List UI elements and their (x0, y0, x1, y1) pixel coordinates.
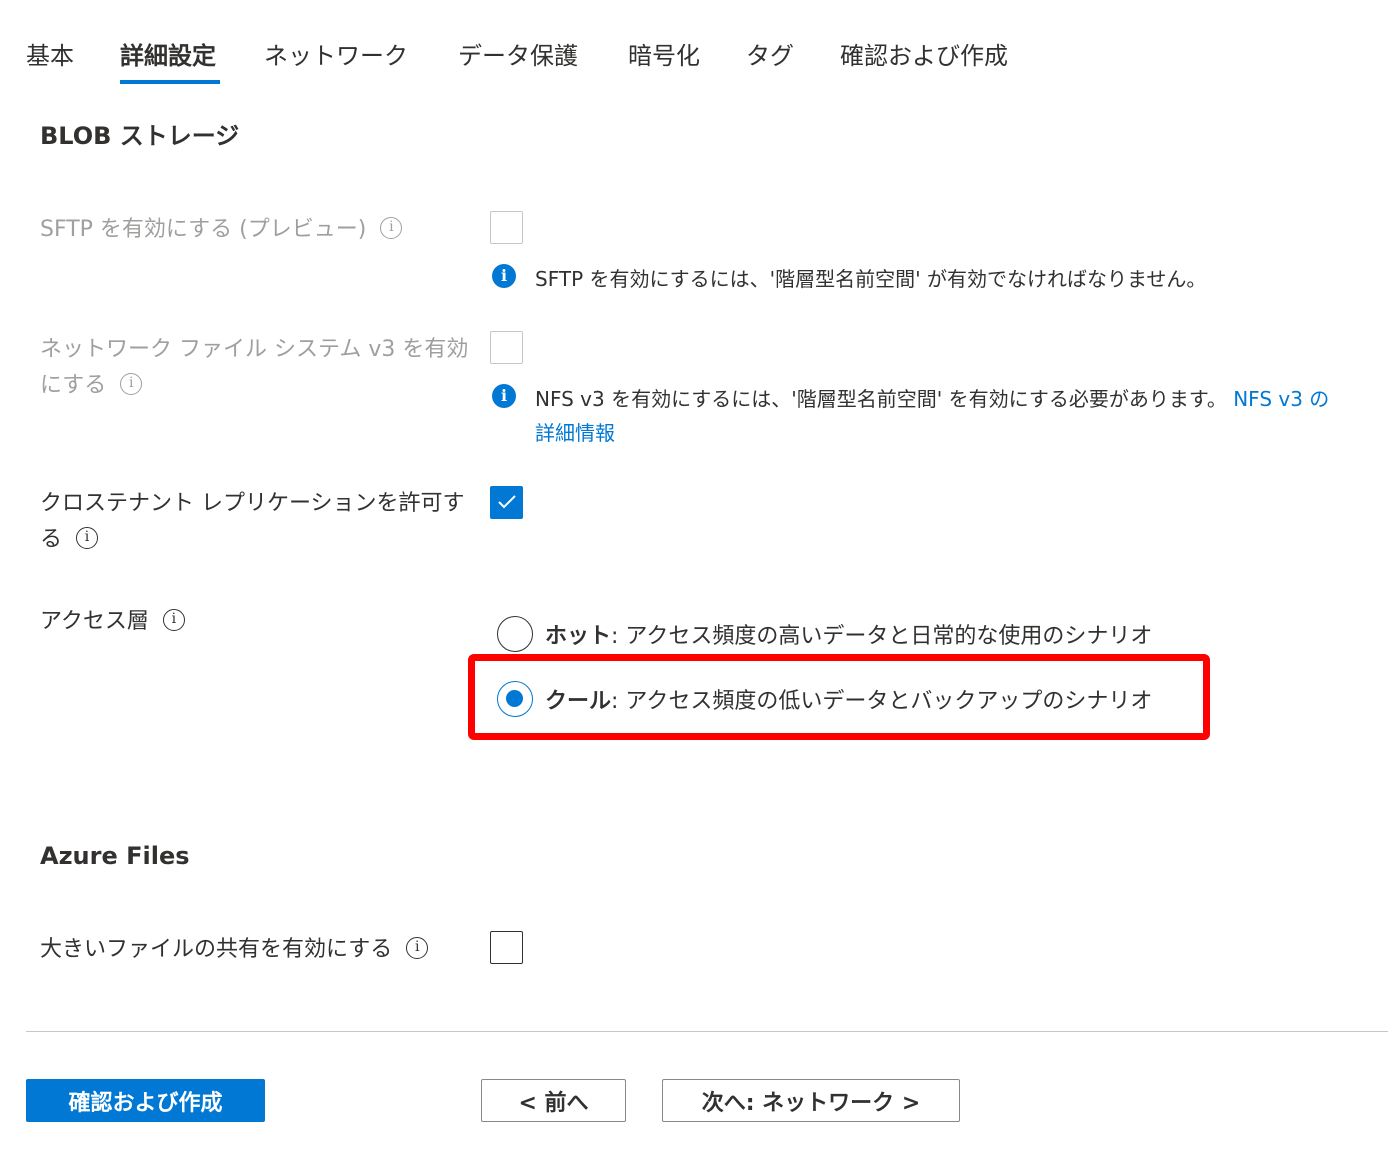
tab-basics[interactable]: 基本 (26, 36, 74, 71)
tier-cool-desc: : アクセス頻度の低いデータとバックアップのシナリオ (611, 689, 1153, 714)
nfs-note: NFS v3 を有効にするには、'階層型名前空間' を有効にする必要があります。… (535, 382, 1335, 450)
tab-encryption[interactable]: 暗号化 (628, 36, 700, 71)
info-icon[interactable]: i (380, 217, 403, 239)
info-icon[interactable]: i (406, 937, 429, 959)
info-icon[interactable]: i (120, 373, 143, 395)
tab-advanced[interactable]: 詳細設定 (120, 36, 216, 71)
info-icon[interactable]: i (76, 527, 99, 549)
blob-section-title: BLOB ストレージ (40, 122, 240, 150)
tier-cool-option[interactable]: クール : アクセス頻度の低いデータとバックアップのシナリオ (497, 681, 1152, 717)
nfs-label-text: ネットワーク ファイル システム v3 を有効にする (40, 337, 469, 398)
nfs-checkbox (490, 331, 523, 364)
nfs-note-text: NFS v3 を有効にするには、'階層型名前空間' を有効にする必要があります。 (535, 387, 1227, 411)
cross-tenant-checkbox[interactable] (490, 486, 523, 519)
tier-cool-radio[interactable] (497, 681, 533, 717)
large-share-checkbox[interactable] (490, 931, 523, 964)
access-tier-label-text: アクセス層 (40, 609, 149, 634)
active-tab-indicator (120, 80, 220, 84)
previous-button[interactable]: < 前へ (481, 1079, 626, 1122)
nfs-label: ネットワーク ファイル システム v3 を有効にする i (40, 332, 480, 404)
cross-tenant-label: クロステナント レプリケーションを許可する i (40, 486, 480, 558)
footer-divider (26, 1031, 1388, 1032)
sftp-label-text: SFTP を有効にする (プレビュー) (40, 217, 367, 242)
tier-hot-name: ホット (545, 624, 612, 649)
sftp-note: SFTP を有効にするには、'階層型名前空間' が有効でなければなりません。 (535, 267, 1207, 291)
large-share-label: 大きいファイルの共有を有効にする i (40, 932, 429, 968)
large-share-label-text: 大きいファイルの共有を有効にする (40, 937, 393, 962)
files-section-title: Azure Files (40, 842, 190, 870)
sftp-checkbox (490, 211, 523, 244)
access-tier-label: アクセス層 i (40, 604, 185, 640)
cross-tenant-label-text: クロステナント レプリケーションを許可する (40, 491, 465, 552)
checkmark-icon (498, 495, 516, 509)
next-button[interactable]: 次へ: ネットワーク > (662, 1079, 960, 1122)
info-filled-icon: i (492, 384, 516, 408)
tier-hot-desc: : アクセス頻度の高いデータと日常的な使用のシナリオ (611, 624, 1153, 649)
tab-review-create[interactable]: 確認および作成 (840, 36, 1008, 71)
tab-data-protection[interactable]: データ保護 (458, 36, 578, 71)
info-icon[interactable]: i (162, 609, 185, 631)
info-filled-icon: i (492, 264, 516, 288)
tier-hot-option[interactable]: ホット : アクセス頻度の高いデータと日常的な使用のシナリオ (497, 616, 1152, 652)
tier-cool-name: クール (545, 689, 612, 714)
tier-hot-radio[interactable] (497, 616, 533, 652)
tab-tags[interactable]: タグ (746, 36, 794, 71)
tab-bar: 基本 詳細設定 ネットワーク データ保護 暗号化 タグ 確認および作成 (0, 0, 1388, 90)
sftp-label: SFTP を有効にする (プレビュー) i (40, 212, 470, 248)
tab-networking[interactable]: ネットワーク (264, 36, 408, 71)
review-create-button[interactable]: 確認および作成 (26, 1079, 265, 1122)
